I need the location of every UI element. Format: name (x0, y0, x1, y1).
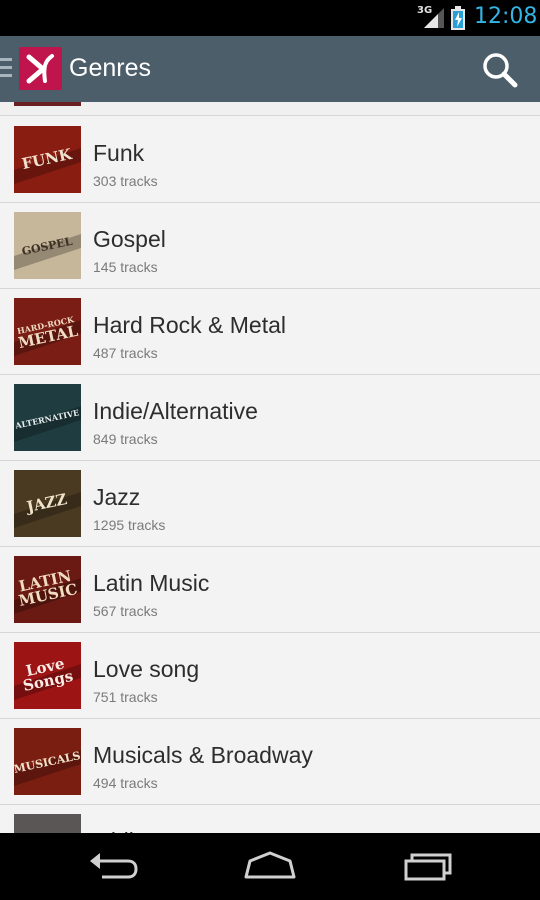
genre-name: Gospel (93, 226, 166, 252)
genre-thumbnail (14, 814, 81, 833)
back-icon (90, 853, 138, 879)
genre-thumbnail: MUSICALS (14, 728, 81, 795)
list-item[interactable]: Love Songs Love song 751 tracks (0, 633, 540, 719)
genre-name: Musicals & Broadway (93, 742, 313, 768)
genre-thumbnail (14, 102, 81, 106)
action-bar: Genres (0, 36, 540, 102)
list-item[interactable]: MUSICALS Musicals & Broadway 494 tracks (0, 719, 540, 805)
list-item[interactable]: HARD-ROCK METAL Hard Rock & Metal 487 track… (0, 289, 540, 375)
genre-thumbnail: FUNK (14, 126, 81, 193)
genre-name: Hard Rock & Metal (93, 312, 287, 338)
recents-icon (404, 853, 452, 881)
list-item[interactable]: LATIN MUSIC Latin Music 567 tracks (0, 547, 540, 633)
status-bar: 3G 12:08 (0, 0, 540, 36)
track-count: 567 tracks (93, 603, 158, 619)
app-logo-icon[interactable] (19, 47, 62, 90)
home-icon (244, 851, 296, 879)
track-count: 145 tracks (93, 259, 158, 275)
list-item[interactable]: JAZZ Jazz 1295 tracks (0, 461, 540, 547)
track-count: 303 tracks (93, 173, 158, 189)
genre-name: Funk (93, 140, 145, 166)
list-item[interactable]: Oldies & Retro (0, 805, 540, 833)
track-count: 751 tracks (93, 689, 158, 705)
back-button[interactable] (82, 847, 142, 885)
navigation-bar (0, 833, 540, 900)
genre-thumbnail: LATIN MUSIC (14, 556, 81, 623)
list-item-partial[interactable] (0, 102, 540, 116)
clock: 12:08 (474, 4, 538, 29)
genre-thumbnail: GOSPEL (14, 212, 81, 279)
genre-thumbnail: ALTERNATIVE (14, 384, 81, 451)
track-count: 487 tracks (93, 345, 158, 361)
track-count: 1295 tracks (93, 517, 166, 533)
track-count: 494 tracks (93, 775, 158, 791)
genre-thumbnail: Love Songs (14, 642, 81, 709)
track-count: 849 tracks (93, 431, 158, 447)
list-item[interactable]: GOSPEL Gospel 145 tracks (0, 203, 540, 289)
recents-button[interactable] (398, 847, 458, 885)
signal-icon (424, 8, 444, 28)
home-button[interactable] (240, 847, 300, 885)
genre-list[interactable]: FUNK Funk 303 tracks GOSPEL Gospel 145 tracks… (0, 102, 540, 833)
genre-name: Latin Music (93, 570, 210, 596)
genre-name: Love song (93, 656, 200, 682)
drawer-indicator-icon[interactable] (0, 58, 12, 80)
genre-thumbnail: HARD-ROCK METAL (14, 298, 81, 365)
battery-charging-icon (451, 6, 465, 30)
search-button[interactable] (478, 48, 522, 92)
genre-name: Jazz (93, 484, 141, 510)
genre-thumbnail: JAZZ (14, 470, 81, 537)
list-item[interactable]: FUNK Funk 303 tracks (0, 117, 540, 203)
genre-name: Indie/Alternative (93, 398, 258, 424)
page-title: Genres (69, 54, 151, 82)
list-item[interactable]: ALTERNATIVE Indie/Alternative 849 tracks (0, 375, 540, 461)
search-icon (483, 53, 518, 88)
